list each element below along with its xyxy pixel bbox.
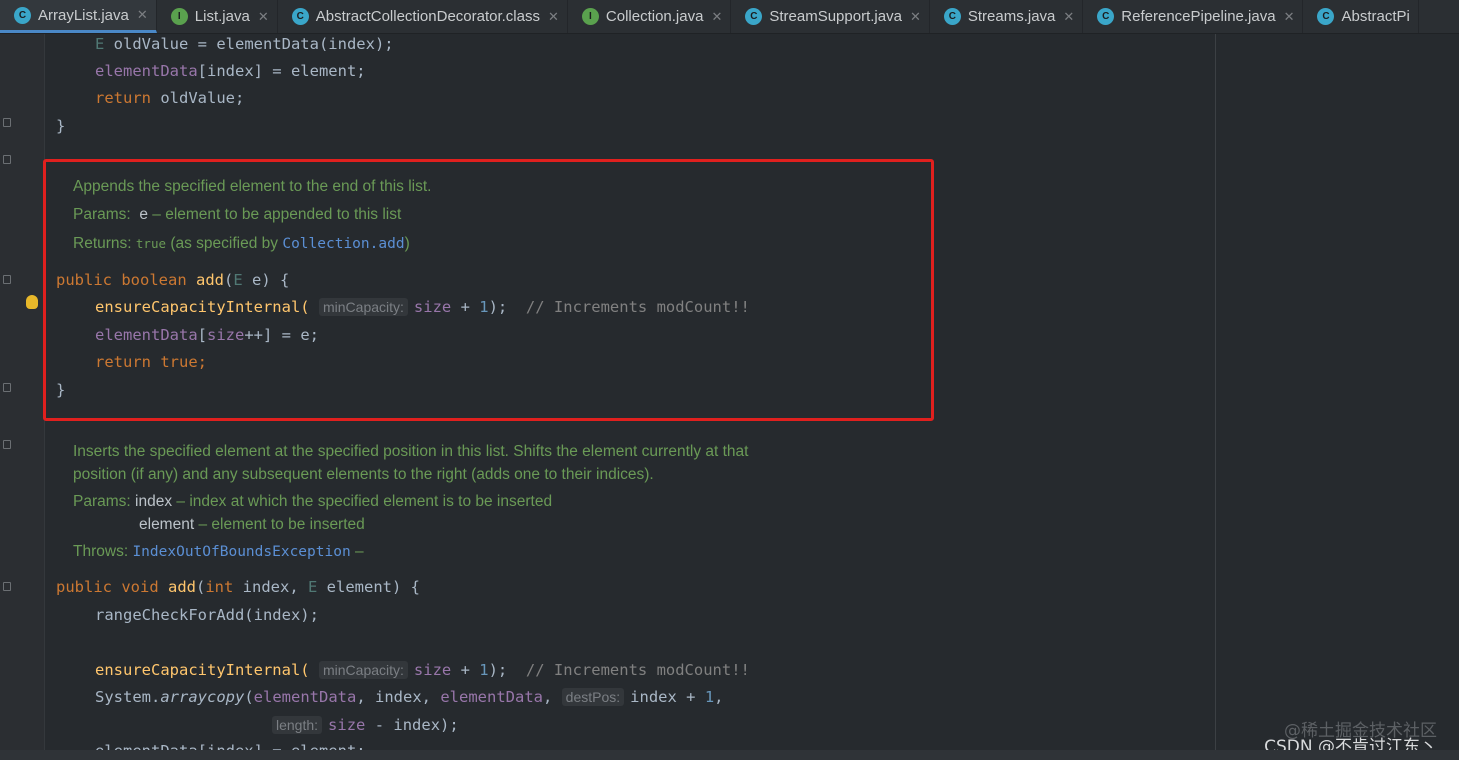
fold-icon[interactable] [3,118,11,127]
javadoc-params: Params: index – index at which the speci… [73,493,553,510]
class-icon: C [1097,8,1115,25]
code-editor[interactable]: E oldValue = elementData(index); element… [0,34,1459,750]
fold-icon[interactable] [3,383,11,392]
tab-label: ArrayList.java [38,6,129,24]
parameter-hint: minCapacity: [318,661,408,679]
fold-icon[interactable] [3,275,11,284]
tab-label: List.java [194,8,250,25]
tab-label: StreamSupport.java [769,8,902,25]
close-icon[interactable]: ✕ [548,9,559,25]
javadoc-summary: position (if any) and any subsequent ele… [73,466,654,483]
right-margin-guide [1215,34,1216,750]
close-icon[interactable]: ✕ [711,9,722,25]
tab-abstractcollectiondecorator[interactable]: C AbstractCollectionDecorator.class ✕ [278,0,568,33]
code-line: elementData[index] = element; [95,62,366,80]
code-line: System.arraycopy(elementData, index, ele… [95,688,724,706]
watermark: CSDN @不肯过江东丶 [1264,737,1437,750]
code-line-partial: elementData[index] = element; [95,741,366,750]
close-icon[interactable]: ✕ [258,9,269,25]
tab-referencepipeline[interactable]: C ReferencePipeline.java ✕ [1083,0,1304,33]
javadoc-params: element – element to be inserted [139,516,365,533]
tab-label: AbstractCollectionDecorator.class [315,8,540,25]
fold-icon[interactable] [3,440,11,449]
lightbulb-icon[interactable] [26,295,38,309]
code-line: return oldValue; [95,89,245,107]
parameter-hint: length: [272,716,323,734]
editor-tab-bar: C ArrayList.java ✕ I List.java ✕ C Abstr… [0,0,1459,34]
code-line: rangeCheckForAdd(index); [95,606,319,624]
code-line: ensureCapacityInternal( minCapacity: size… [95,661,750,679]
tab-streams[interactable]: C Streams.java ✕ [930,0,1084,33]
class-icon: C [943,8,961,25]
highlight-box [43,159,934,421]
interface-icon: I [170,8,188,25]
class-icon: C [745,8,763,25]
tab-label: AbstractPi [1341,8,1410,25]
code-line: public void add(int index, E element) { [56,578,420,596]
parameter-hint: destPos: [561,688,625,706]
close-icon[interactable]: ✕ [910,9,921,25]
code-line: E oldValue = elementData(index); [95,35,394,53]
tab-abstractpipeline[interactable]: C AbstractPi [1303,0,1419,33]
interface-icon: I [581,8,599,25]
class-icon: C [14,6,31,24]
tab-label: Streams.java [967,8,1056,25]
code-line: } [56,117,66,135]
tab-label: Collection.java [605,8,704,25]
tab-label: ReferencePipeline.java [1121,8,1276,25]
tab-list[interactable]: I List.java ✕ [157,0,278,33]
fold-icon[interactable] [3,582,11,591]
class-icon: C [291,8,309,25]
class-icon: C [1317,8,1335,25]
fold-icon[interactable] [3,155,11,164]
horizontal-scrollbar[interactable] [0,750,1459,760]
close-icon[interactable]: ✕ [1284,9,1295,25]
javadoc-summary: Inserts the specified element at the spe… [73,443,749,460]
tab-arraylist[interactable]: C ArrayList.java ✕ [0,0,157,33]
tab-collection[interactable]: I Collection.java ✕ [568,0,732,33]
editor-gutter [0,34,45,750]
code-line: length: size - index); [272,715,459,735]
close-icon[interactable]: ✕ [1063,9,1074,25]
exception-link[interactable]: IndexOutOfBoundsException [132,544,350,560]
javadoc-throws: Throws: IndexOutOfBoundsException – [73,543,364,560]
close-icon[interactable]: ✕ [137,7,148,23]
tab-streamsupport[interactable]: C StreamSupport.java ✕ [731,0,930,33]
